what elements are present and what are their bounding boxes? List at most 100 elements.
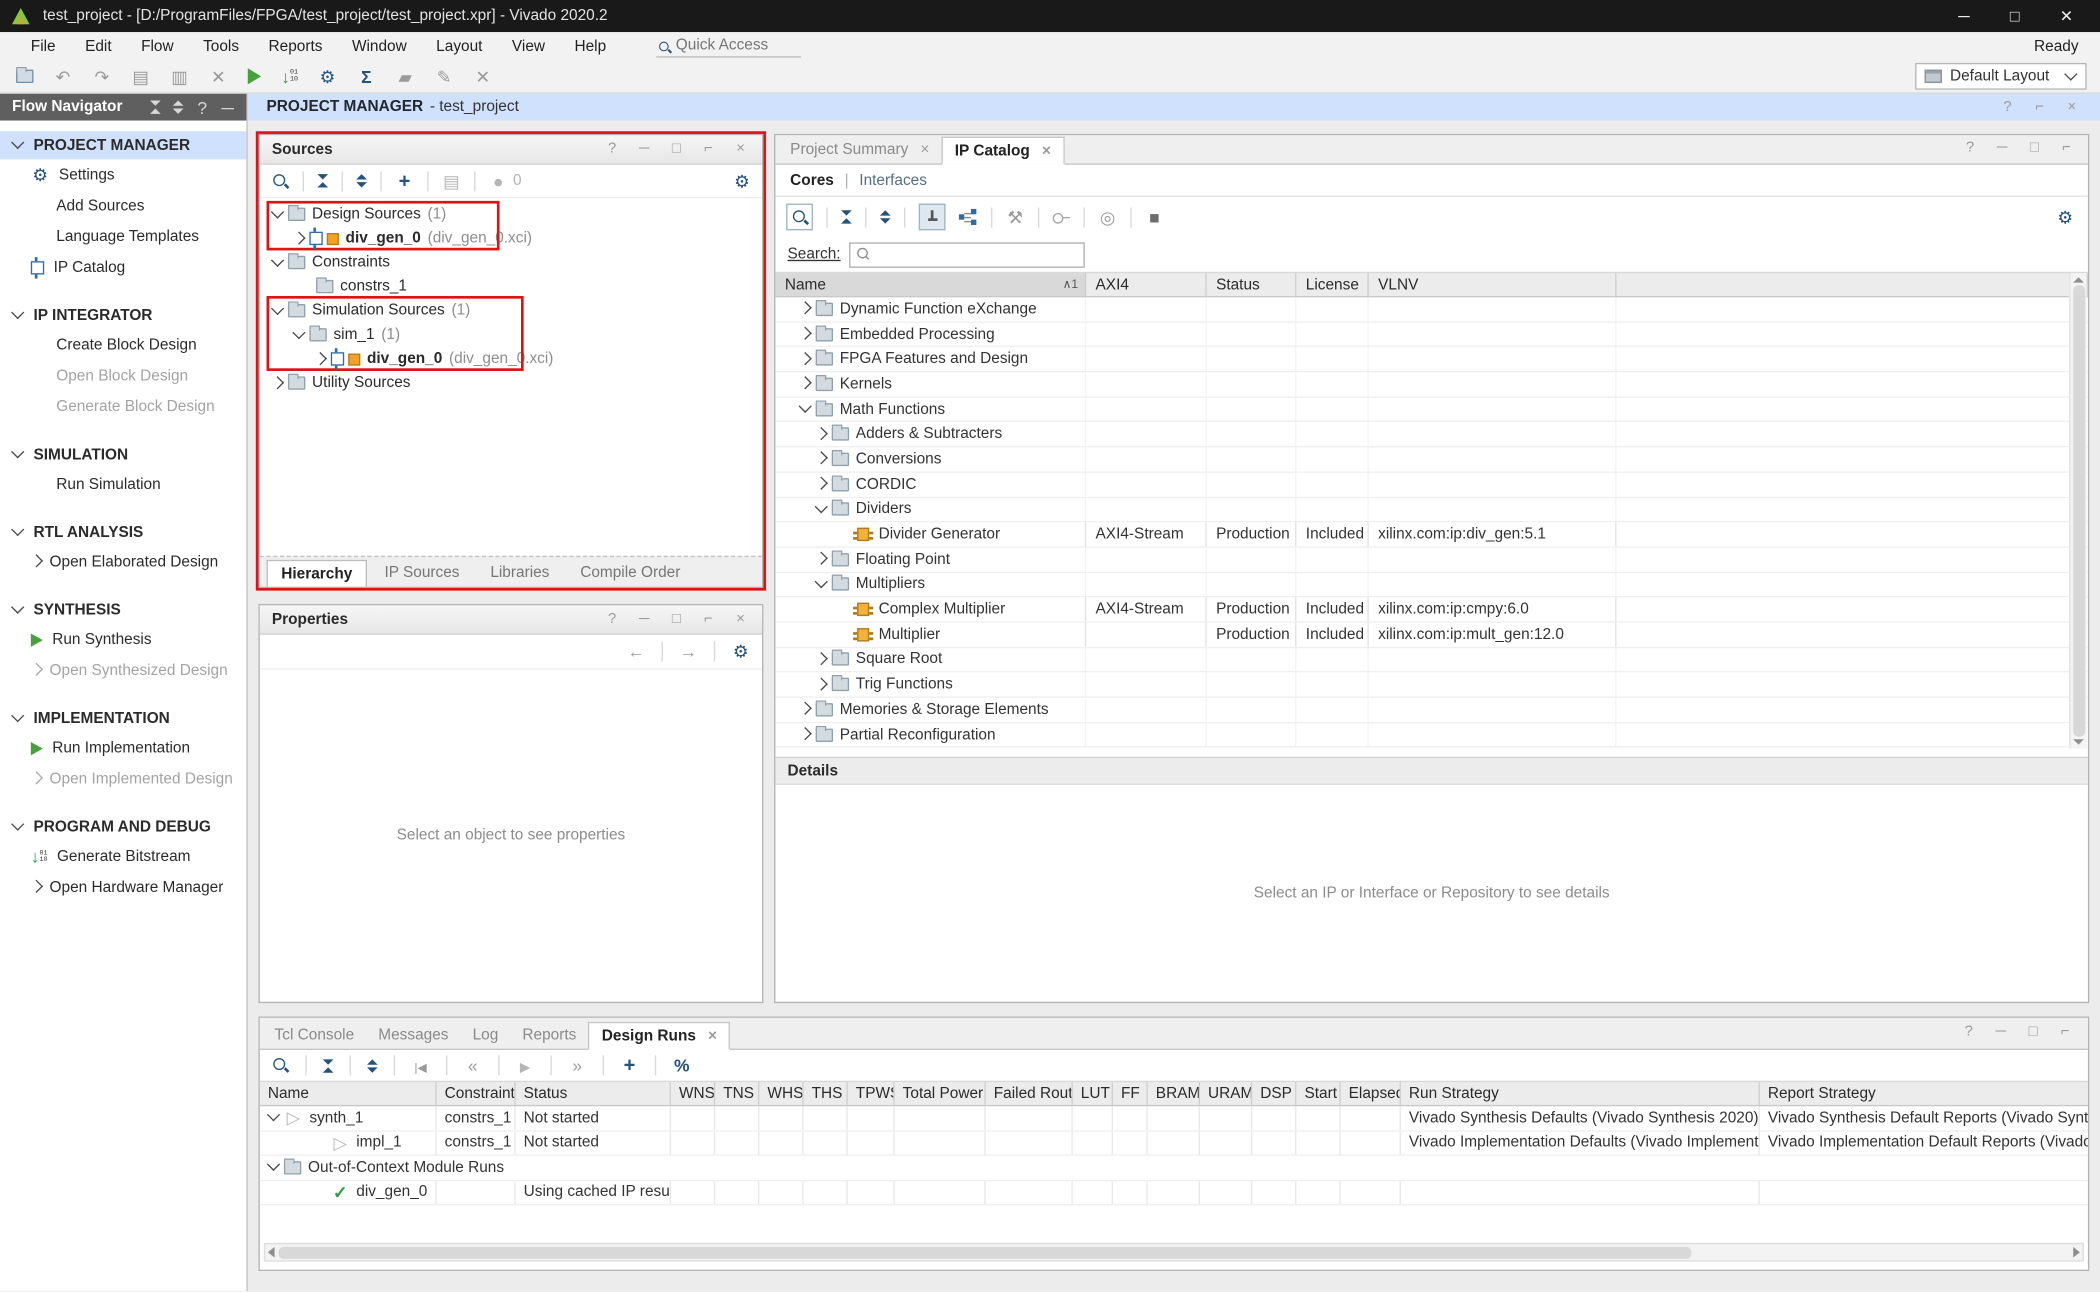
create-run-icon[interactable] [620,1055,639,1075]
tree-item-div-gen-0[interactable]: div_gen_0 (div_gen_0.xci) [260,347,762,371]
stop-icon[interactable] [1145,208,1164,225]
column-header-status[interactable]: Status [1207,273,1297,296]
tab-libraries[interactable]: Libraries [477,560,563,587]
minimize-panel-icon[interactable] [635,142,654,157]
vertical-scrollbar[interactable] [2069,273,2086,748]
chevron-right-icon[interactable] [799,327,812,340]
sidebar-item-ip-catalog[interactable]: IP Catalog [0,252,246,283]
expand-all-icon[interactable] [880,210,891,223]
first-run-icon[interactable] [411,1057,430,1074]
column-header-vlnv[interactable]: VLNV [1369,273,1617,296]
search-icon[interactable] [272,1057,289,1074]
back-icon[interactable] [627,643,646,660]
chevron-down-icon[interactable] [271,205,284,218]
sidebar-item-language-templates[interactable]: Language Templates [0,221,246,252]
customize-ip-icon[interactable] [1006,208,1025,225]
sidebar-item-run-implementation[interactable]: Run Implementation [0,733,246,764]
maximize-panel-icon[interactable] [667,612,686,627]
column-header-ths[interactable]: THS [804,1082,848,1105]
column-header-elapsed[interactable]: Elapsed [1341,1082,1401,1105]
menu-flow[interactable]: Flow [126,38,188,54]
menu-tools[interactable]: Tools [188,38,253,54]
float-panel-icon[interactable] [2057,141,2076,156]
menu-window[interactable]: Window [337,38,421,54]
menu-file[interactable]: File [16,38,70,54]
sidebar-item-implementation[interactable]: IMPLEMENTATION [0,704,246,732]
undo-icon[interactable] [54,68,73,85]
highlight-icon[interactable] [396,68,415,85]
collapse-all-icon[interactable] [323,1059,334,1072]
license-key-icon[interactable] [1053,212,1070,223]
copy-icon[interactable] [131,68,150,85]
maximize-panel-icon[interactable] [2024,1025,2043,1040]
chevron-right-icon[interactable] [815,677,828,690]
tab-log[interactable]: Log [461,1021,511,1049]
chevron-right-icon[interactable] [799,352,812,365]
sidebar-item-program-and-debug[interactable]: PROGRAM AND DEBUG [0,813,246,841]
minimize-icon[interactable]: ─ [1958,7,1969,26]
chevron-right-icon[interactable] [815,427,828,440]
catalog-row-square-root[interactable]: Square Root [775,648,2087,673]
tab-cores[interactable]: Cores [790,172,834,188]
float-icon[interactable] [2030,100,2049,115]
tree-item-utility-sources[interactable]: Utility Sources [260,371,762,395]
tab-ip-sources[interactable]: IP Sources [371,560,473,587]
float-panel-icon[interactable] [699,142,718,157]
column-header-status[interactable]: Status [516,1082,671,1105]
catalog-row-trig-functions[interactable]: Trig Functions [775,673,2087,698]
catalog-row-math-functions[interactable]: Math Functions [775,397,2087,422]
sidebar-item-simulation[interactable]: SIMULATION [0,441,246,469]
catalog-row-adders-subtracters[interactable]: Adders & Subtracters [775,422,2087,447]
layout-selector[interactable]: Default Layout [1915,63,2086,90]
help-icon[interactable] [1998,100,2017,115]
chevron-right-icon[interactable] [815,452,828,465]
horizontal-scrollbar[interactable] [264,1243,2084,1262]
group-by-repository-icon[interactable] [959,209,978,225]
tree-item-constrs-1[interactable]: constrs_1 [260,275,762,299]
help-icon[interactable] [603,142,622,157]
chevron-down-icon[interactable] [292,325,305,338]
tab-tcl-console[interactable]: Tcl Console [262,1021,366,1049]
column-header-name[interactable]: Name [260,1082,437,1105]
sidebar-item-synthesis[interactable]: SYNTHESIS [0,596,246,624]
chevron-right-icon[interactable] [30,771,43,784]
help-icon[interactable] [196,98,209,115]
column-header-constraints[interactable]: Constraints [437,1082,516,1105]
column-header-license[interactable]: License [1296,273,1368,296]
tab-hierarchy[interactable]: Hierarchy [267,560,368,587]
quick-access-input[interactable] [676,37,783,53]
report-sigma-icon[interactable] [357,68,376,85]
run-row-synth-1[interactable]: synth_1constrs_1Not startedVivado Synthe… [260,1106,2088,1131]
search-icon[interactable] [272,172,289,189]
column-header-wns[interactable]: WNS [671,1082,715,1105]
minimize-panel-icon[interactable] [1992,1025,2011,1040]
minimize-panel-icon[interactable] [1993,141,2012,156]
tree-item-constraints[interactable]: Constraints [260,250,762,274]
menu-edit[interactable]: Edit [70,38,126,54]
tree-item-design-sources[interactable]: Design Sources (1) [260,202,762,226]
chevron-right-icon[interactable] [799,377,812,390]
tab-messages[interactable]: Messages [366,1021,460,1049]
catalog-row-multipliers[interactable]: Multipliers [775,573,2087,598]
settings-gear-icon[interactable] [318,68,337,85]
menu-help[interactable]: Help [560,38,621,54]
sidebar-item-project-manager[interactable]: PROJECT MANAGER [0,131,246,159]
chevron-down-icon[interactable] [11,818,24,831]
close-tab-icon[interactable]: × [920,141,929,157]
add-sources-icon[interactable] [395,171,414,191]
column-header-failed-routes[interactable]: Failed Routes [986,1082,1073,1105]
help-icon[interactable] [603,612,622,627]
sidebar-item-settings[interactable]: Settings [0,159,246,190]
gear-icon[interactable] [2056,208,2075,225]
sidebar-item-run-simulation[interactable]: Run Simulation [0,469,246,500]
report-ip-status-icon[interactable] [442,172,461,189]
chevron-down-icon[interactable] [11,306,24,319]
edit-icon[interactable] [435,68,454,85]
sidebar-item-generate-bitstream[interactable]: ↓0110Generate Bitstream [0,841,246,872]
tree-item-div-gen-0[interactable]: div_gen_0 (div_gen_0.xci) [260,226,762,250]
run-row-impl-1[interactable]: impl_1constrs_1Not startedVivado Impleme… [260,1131,2088,1156]
chevron-down-icon[interactable] [815,575,828,588]
catalog-search-box[interactable] [849,242,1085,267]
tab-compile-order[interactable]: Compile Order [567,560,694,587]
catalog-row-cordic[interactable]: CORDIC [775,473,2087,498]
